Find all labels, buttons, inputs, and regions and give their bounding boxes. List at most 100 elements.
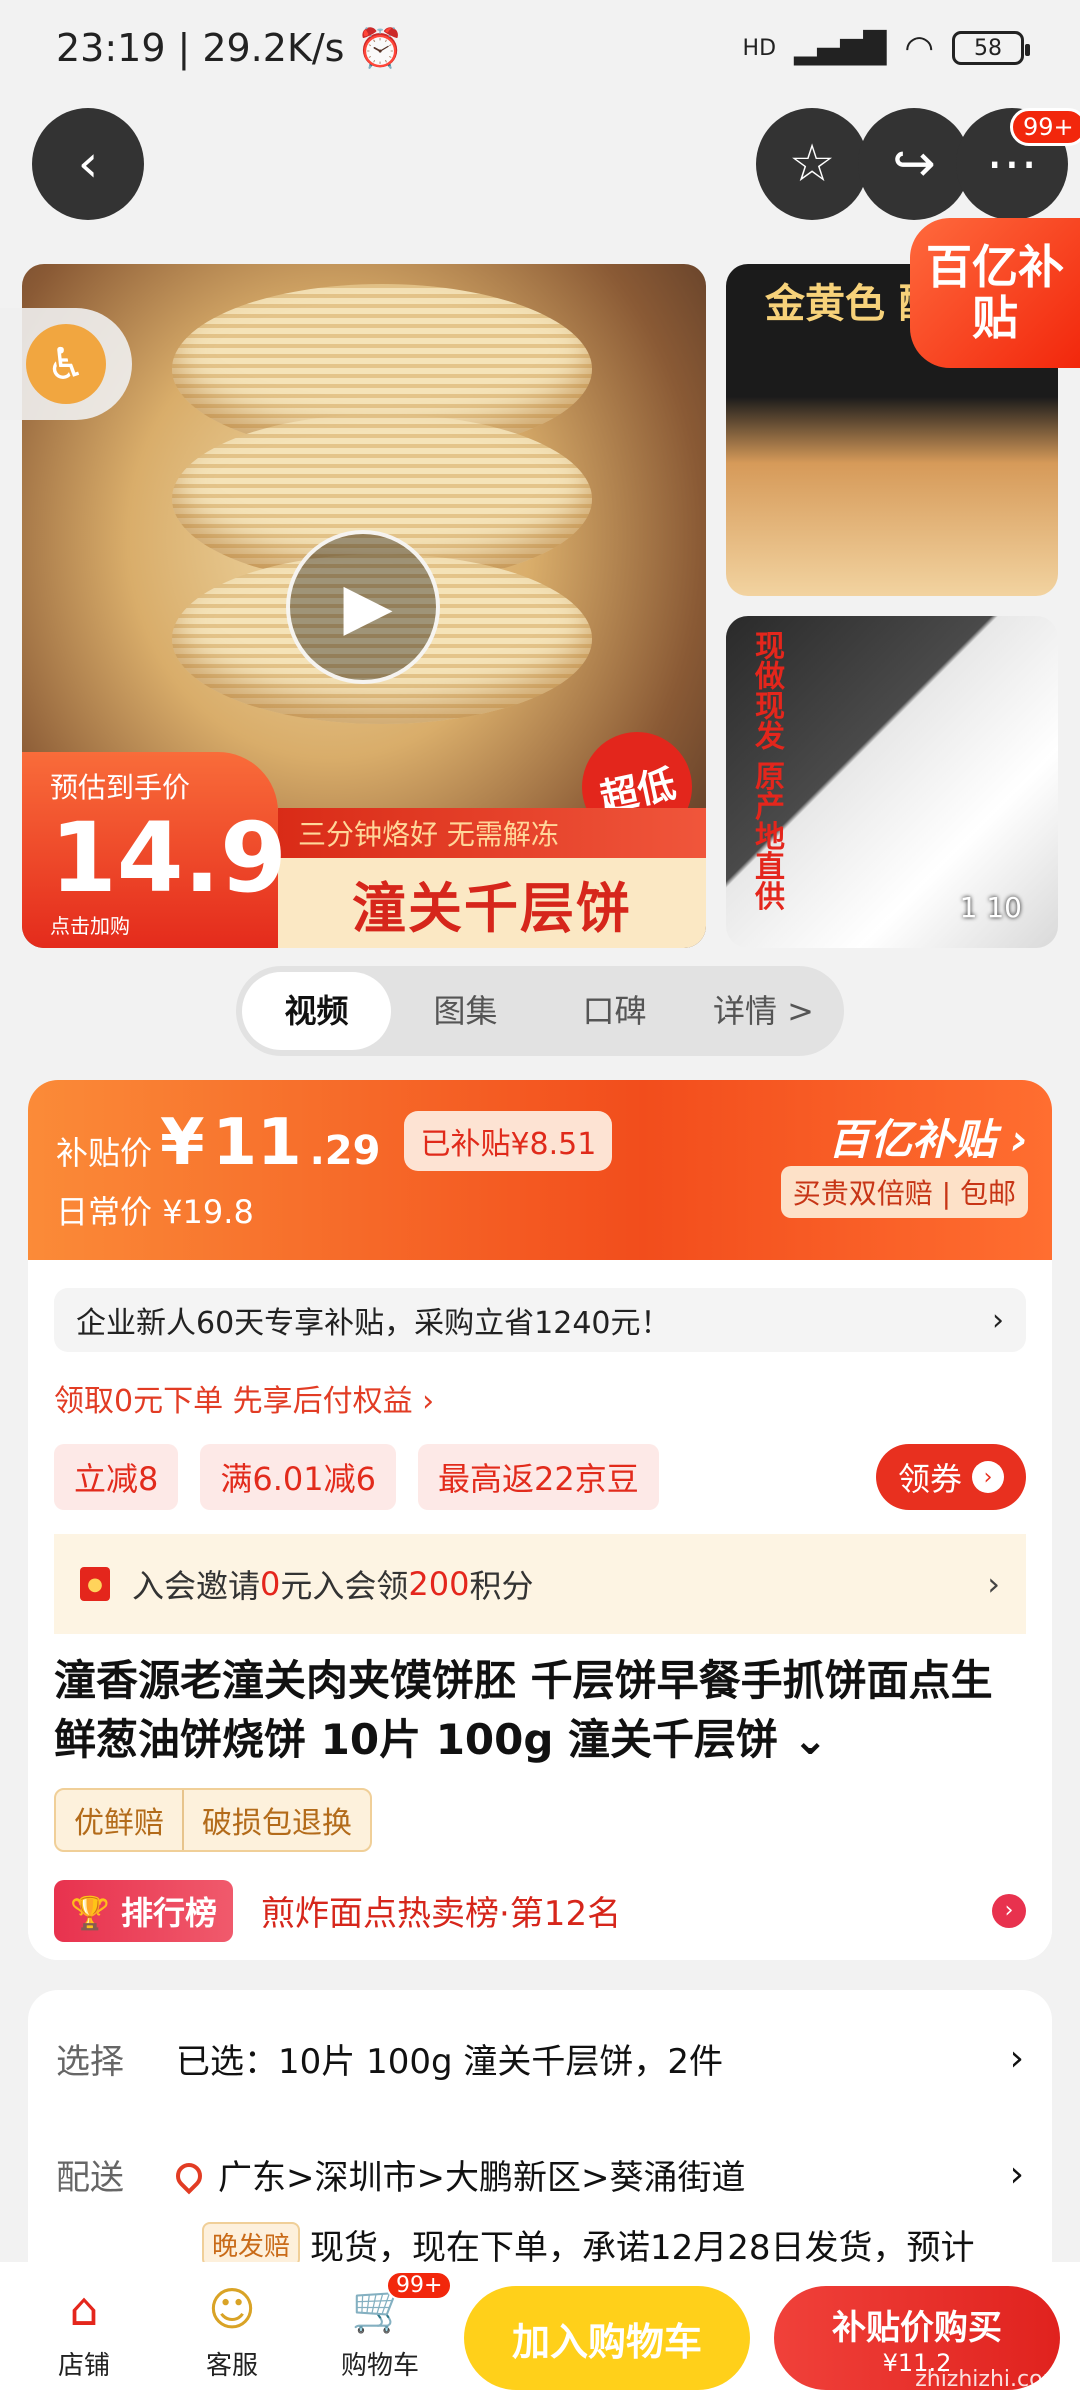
pay-later-benefit[interactable]: 领取0元下单 先享后付权益 › <box>54 1376 1026 1420</box>
signal-bars-icon: ▂▄▆█ <box>794 30 887 66</box>
status-separator: | <box>177 26 191 70</box>
media-tabs: 视频 图集 口碑 详情 > <box>236 966 844 1056</box>
member-points: 200 <box>408 1565 470 1603</box>
image-counter: 1 10 <box>959 891 1022 924</box>
customer-service-button[interactable]: ☺ 客服 <box>158 2281 306 2382</box>
buy-now-label: 补贴价购买 <box>832 2307 1002 2348</box>
thumb-vertical-text: 现做现发 原产地直供 <box>749 630 784 911</box>
accessibility-icon: ♿ <box>26 324 106 404</box>
favorite-button[interactable]: ☆ <box>756 108 868 220</box>
coupon-tag[interactable]: 立减8 <box>54 1444 179 1510</box>
wifi-icon: ◠ <box>904 28 934 68</box>
product-title[interactable]: 潼香源老潼关肉夹馍饼胚 千层饼早餐手抓饼面点生鲜葱油饼烧饼 10片 100g 潼… <box>54 1652 1026 1770</box>
store-label: 店铺 <box>57 2350 110 2381</box>
daily-price-label: 日常价 <box>56 1193 153 1231</box>
price-card-body: 企业新人60天专享补贴，采购立省1240元！ › 领取0元下单 先享后付权益 ›… <box>28 1260 1052 1960</box>
red-envelope-icon: ● <box>80 1567 110 1601</box>
ranking-badge-text: 排行榜 <box>120 1893 217 1932</box>
promo-product-name: 潼关千层饼 <box>278 858 706 948</box>
cart-button[interactable]: 🛒 99+ 购物车 <box>306 2270 454 2382</box>
play-icon[interactable]: ▶ <box>286 530 440 684</box>
subsidy-brand[interactable]: 百亿补贴 › <box>828 1106 1028 1167</box>
alarm-icon: ⏰ <box>356 25 404 70</box>
chevron-right-icon: › <box>1009 2153 1024 2195</box>
daily-price: ¥19.8 <box>162 1193 254 1231</box>
get-coupon-button[interactable]: 领券 › <box>875 1444 1026 1510</box>
late-compensation-tag: 晚发赔 <box>202 2222 301 2267</box>
service-tag: 优鲜赔 <box>74 1805 164 1841</box>
chevron-right-icon: › <box>987 1565 1000 1603</box>
product-gallery: ▶ 超低 三分钟烙好 无需解冻 潼关千层饼 预估到手价 14.9 点击加购 ♿ … <box>0 218 1080 948</box>
chevron-right-icon: › <box>1010 1115 1028 1164</box>
subsidy-price-label: 补贴价 <box>56 1134 153 1172</box>
battery-icon: 58 <box>952 31 1030 65</box>
member-fee: 0 <box>260 1565 281 1603</box>
subsidy-price-int: 11 <box>212 1106 302 1180</box>
estimated-price-hint: 点击加购 <box>50 914 130 938</box>
cart-label: 购物车 <box>340 2350 419 2381</box>
member-text-2: 元入会领 <box>280 1567 409 1605</box>
notice-text: 企业新人60天专享补贴，采购立省1240元！ <box>76 1306 671 1341</box>
subsidy-price-dec: .29 <box>309 1128 381 1174</box>
chevron-right-icon: › <box>992 1302 1004 1338</box>
delivery-address: 广东>深圳市>大鹏新区>葵涌街道 <box>218 2157 746 2198</box>
promo-strip: 三分钟烙好 无需解冻 <box>278 808 706 858</box>
customer-service-label: 客服 <box>205 2350 258 2381</box>
price-card: 补贴价 ¥ 11 .29 已补贴¥8.51 日常价 ¥19.8 百亿补贴 › 买… <box>28 1080 1052 1960</box>
tab-video[interactable]: 视频 <box>242 972 391 1050</box>
message-badge: 99+ <box>1010 108 1080 146</box>
tab-gallery[interactable]: 图集 <box>391 972 540 1050</box>
cart-badge: 99+ <box>386 2270 453 2300</box>
currency-symbol: ¥ <box>160 1106 205 1180</box>
tab-reviews[interactable]: 口碑 <box>540 972 689 1050</box>
star-icon: ☆ <box>788 134 836 194</box>
estimated-price-value: 14.9 <box>50 802 287 914</box>
back-arrow-icon: ‹ <box>77 134 99 194</box>
network-speed: 29.2K/s <box>202 26 345 70</box>
accessibility-button[interactable]: ♿ <box>0 308 132 420</box>
back-button[interactable]: ‹ <box>32 108 144 220</box>
chevron-right-icon: › <box>972 1461 1004 1493</box>
spec-value: 已选：10片 100g 潼关千层饼，2件 <box>176 2041 723 2082</box>
status-time: 23:19 <box>56 26 166 70</box>
signal-icon: HD <box>742 35 777 61</box>
chevron-right-icon: › <box>1009 2037 1024 2079</box>
service-tag: 破损包退换 <box>182 1789 370 1850</box>
membership-invite[interactable]: ● 入会邀请 0 元入会领 200 积分 › <box>54 1534 1026 1634</box>
get-coupon-label: 领券 <box>897 1460 962 1498</box>
delivery-row[interactable]: 配送 广东>深圳市>大鹏新区>葵涌街道 › <box>56 2142 1024 2206</box>
enterprise-notice[interactable]: 企业新人60天专享补贴，采购立省1240元！ › <box>54 1288 1026 1352</box>
member-text-1: 入会邀请 <box>132 1567 261 1605</box>
coupon-tag[interactable]: 最高返22京豆 <box>418 1444 659 1510</box>
location-pin-icon <box>170 2157 208 2194</box>
estimated-price-label: 预估到手价 <box>50 771 191 804</box>
subsidy-guarantee: 买贵双倍赔 | 包邮 <box>780 1166 1028 1218</box>
store-button[interactable]: ⌂ 店铺 <box>10 2281 158 2382</box>
spec-select-row[interactable]: 选择 已选：10片 100g 潼关千层饼，2件 › <box>56 2026 1024 2090</box>
customer-service-icon: ☺ <box>208 2281 256 2336</box>
spec-label: 选择 <box>56 2041 124 2082</box>
delivery-label: 配送 <box>56 2157 124 2198</box>
price-header: 补贴价 ¥ 11 .29 已补贴¥8.51 日常价 ¥19.8 百亿补贴 › 买… <box>28 1080 1052 1260</box>
gallery-thumb-2[interactable]: 现做现发 原产地直供 1 10 <box>726 616 1058 948</box>
top-nav: ‹ ☆ ↪ ⋯ 99+ <box>0 108 1080 220</box>
subsidy-brand-text: 百亿补贴 <box>828 1115 997 1164</box>
subsidized-amount: 已补贴¥8.51 <box>404 1111 613 1171</box>
store-icon: ⌂ <box>69 2281 99 2336</box>
member-text-3: 积分 <box>469 1567 534 1605</box>
subsidy-corner-badge[interactable]: 百亿补贴 <box>910 218 1080 368</box>
status-bar: 23:19 | 29.2K/s ⏰ HD ▂▄▆█ ◠ 58 <box>0 0 1080 96</box>
coupon-tag[interactable]: 满6.01减6 <box>200 1444 396 1510</box>
tab-details[interactable]: 详情 > <box>689 972 838 1050</box>
coupon-row: 立减8 满6.01减6 最高返22京豆 领券 › <box>54 1444 1026 1510</box>
watermark: zhizhizhi.com <box>915 2367 1064 2392</box>
ranking-row[interactable]: 🏆 排行榜 煎炸面点热卖榜·第12名 › <box>54 1879 1026 1942</box>
ranking-text: 煎炸面点热卖榜·第12名 <box>261 1894 622 1935</box>
chevron-right-icon: › <box>992 1893 1026 1928</box>
share-button[interactable]: ↪ <box>858 108 970 220</box>
service-tags[interactable]: 优鲜赔 破损包退换 <box>54 1787 372 1852</box>
bottom-action-bar: ⌂ 店铺 ☺ 客服 🛒 99+ 购物车 加入购物车 补贴价购买 ¥11.2 zh… <box>0 2262 1080 2400</box>
ranking-badge: 🏆 排行榜 <box>54 1879 233 1942</box>
estimated-price-tag[interactable]: 预估到手价 14.9 点击加购 <box>22 752 287 948</box>
add-to-cart-button[interactable]: 加入购物车 <box>464 2286 750 2390</box>
